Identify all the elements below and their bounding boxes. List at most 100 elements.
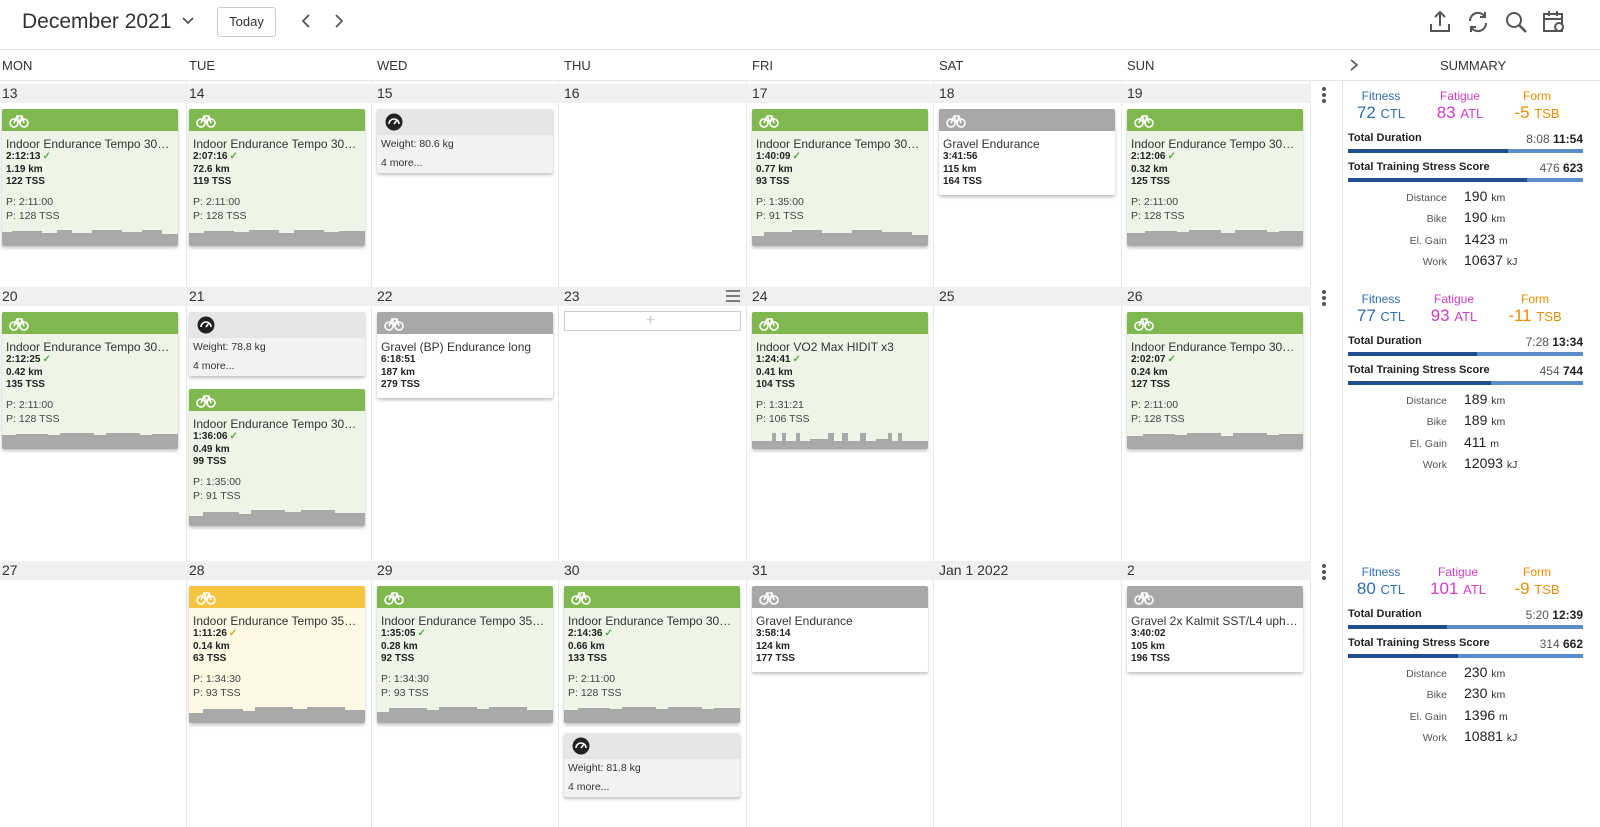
- workout-card[interactable]: Indoor Endurance Tempo 30mx3 2:12:06 ✓ 0.…: [1127, 109, 1303, 246]
- day-number: 31: [752, 562, 768, 578]
- day-number: 16: [564, 85, 580, 101]
- power-profile-chart: [189, 509, 365, 526]
- total-tss-row: Total Training Stress Score 314 662: [1348, 637, 1583, 651]
- more-link[interactable]: 4 more...: [564, 778, 740, 797]
- more-link[interactable]: 4 more...: [189, 357, 365, 376]
- today-button[interactable]: Today: [217, 7, 276, 37]
- workout-card[interactable]: Indoor Endurance Tempo 30m… 1:36:06 ✓ 0.4…: [189, 389, 365, 526]
- month-title[interactable]: December 2021: [22, 10, 171, 34]
- workout-title: Indoor Endurance Tempo 35m…: [193, 614, 365, 628]
- day-number: 2: [1127, 562, 1135, 578]
- fitness-metric: Fitness 72 CTL: [1356, 89, 1406, 122]
- workout-card[interactable]: Gravel Endurance 3:58:14 124 km 177 TSS: [752, 586, 928, 672]
- more-link[interactable]: 4 more...: [377, 154, 553, 173]
- planned-tss: P: 128 TSS: [193, 209, 247, 222]
- workout-duration: 2:07:16: [193, 151, 228, 162]
- check-icon: ✓: [417, 628, 426, 639]
- workout-duration: 3:58:14: [756, 628, 791, 639]
- week-summary[interactable]: Fitness 72 CTL Fatigue 83 ATL Form -5 TS…: [1343, 89, 1591, 279]
- workout-distance: 0.41 km: [756, 366, 793, 378]
- workout-tss: 99 TSS: [193, 456, 227, 467]
- day-menu-icon[interactable]: [725, 290, 741, 302]
- workout-tss: 63 TSS: [193, 653, 227, 664]
- weekday-mon: MON: [2, 58, 33, 73]
- workout-tss: 133 TSS: [568, 653, 607, 664]
- day-number: 30: [564, 562, 580, 578]
- day-number: 19: [1127, 85, 1143, 101]
- workout-tss: 92 TSS: [381, 653, 415, 664]
- chevron-right-icon[interactable]: [1347, 58, 1361, 72]
- chevron-right-icon[interactable]: [331, 13, 347, 29]
- total-duration-row: Total Duration 8:08 11:54: [1348, 132, 1583, 146]
- bike-icon: [759, 115, 779, 128]
- calendar-settings-icon[interactable]: [1541, 9, 1567, 35]
- workout-distance: 1.19 km: [6, 163, 43, 175]
- workout-card[interactable]: Indoor Endurance Tempo 30mx3 2:07:16 ✓ 72…: [189, 109, 365, 246]
- workout-duration: 2:02:07: [1131, 354, 1166, 365]
- week-menu-icon[interactable]: [1321, 289, 1327, 307]
- check-icon: ✓: [604, 628, 613, 639]
- chevron-down-icon[interactable]: [181, 13, 195, 27]
- workout-duration: 1:24:41: [756, 354, 791, 365]
- chevron-left-icon[interactable]: [298, 13, 314, 29]
- add-workout-button[interactable]: +: [564, 311, 741, 331]
- week-summary[interactable]: Fitness 80 CTL Fatigue 101 ATL Form -9 T…: [1343, 565, 1591, 755]
- check-icon: ✓: [1167, 151, 1176, 162]
- metrics-card[interactable]: Weight: 78.8 kg 4 more...: [189, 312, 365, 376]
- bike-icon: [196, 592, 216, 605]
- workout-card[interactable]: Indoor Endurance Tempo 30mx3 2:14:36 ✓ 0.…: [564, 586, 740, 723]
- workout-title: Gravel 2x Kalmit SST/L4 uphill…: [1131, 614, 1303, 628]
- metrics-card[interactable]: Weight: 81.8 kg 4 more...: [564, 733, 740, 797]
- workout-duration: 1:40:09: [756, 151, 791, 162]
- work-stat: Work 10637 kJ: [1422, 252, 1518, 268]
- top-bar: December 2021 Today: [0, 0, 1600, 50]
- workout-tss: 196 TSS: [1131, 653, 1170, 664]
- week-summary[interactable]: Fitness 77 CTL Fatigue 93 ATL Form -11 T…: [1343, 292, 1591, 482]
- distance-stat: Distance 189 km: [1406, 391, 1506, 407]
- day-number: 14: [189, 85, 205, 101]
- duration-progress-bar: [1348, 149, 1583, 153]
- day-number: 28: [189, 562, 205, 578]
- workout-distance: 105 km: [1131, 640, 1165, 652]
- total-tss-row: Total Training Stress Score 476 623: [1348, 161, 1583, 175]
- search-icon[interactable]: [1503, 9, 1529, 35]
- distance-stat: Distance 190 km: [1406, 188, 1506, 204]
- week-menu-icon[interactable]: [1321, 563, 1327, 581]
- workout-card[interactable]: Indoor Endurance Tempo 35m… 1:11:26 ✓ 0.1…: [189, 586, 365, 723]
- planned-duration: P: 1:34:30: [381, 672, 429, 685]
- elevation-stat: El. Gain 411 m: [1409, 434, 1499, 450]
- workout-card[interactable]: Gravel (BP) Endurance long 6:18:51 187 k…: [377, 312, 553, 398]
- workout-card[interactable]: Indoor Endurance Tempo 35m… 1:35:05 ✓ 0.2…: [377, 586, 553, 723]
- workout-card[interactable]: Indoor Endurance Tempo 30mx3 2:12:13 ✓ 1.…: [2, 109, 178, 246]
- power-profile-chart: [189, 706, 365, 723]
- workout-card[interactable]: Gravel 2x Kalmit SST/L4 uphill… 3:40:02 …: [1127, 586, 1303, 672]
- bike-icon: [759, 592, 779, 605]
- planned-duration: P: 2:11:00: [1131, 195, 1179, 208]
- check-icon: ✓: [792, 151, 801, 162]
- workout-card[interactable]: Gravel Endurance 3:41:56 115 km 164 TSS: [939, 109, 1115, 195]
- metrics-card[interactable]: Weight: 80.6 kg 4 more...: [377, 109, 553, 173]
- planned-duration: P: 1:31:21: [756, 398, 804, 411]
- workout-card[interactable]: Indoor VO2 Max HIDIT x3 1:24:41 ✓ 0.41 km…: [752, 312, 928, 449]
- workout-card[interactable]: Indoor Endurance Tempo 30mx3 2:02:07 ✓ 0.…: [1127, 312, 1303, 449]
- power-profile-chart: [1127, 229, 1303, 246]
- weight-value: Weight: 78.8 kg: [193, 341, 266, 353]
- planned-tss: P: 128 TSS: [568, 686, 622, 699]
- week-menu-icon[interactable]: [1321, 86, 1327, 104]
- day-number: 13: [2, 85, 18, 101]
- workout-card[interactable]: Indoor Endurance Tempo 30m… 1:40:09 ✓ 0.7…: [752, 109, 928, 246]
- check-icon: ✓: [42, 354, 51, 365]
- workout-title: Indoor Endurance Tempo 30mx3: [568, 614, 740, 628]
- workout-distance: 187 km: [381, 366, 415, 378]
- workout-distance: 0.24 km: [1131, 366, 1168, 378]
- workout-tss: 135 TSS: [6, 379, 45, 390]
- upload-icon[interactable]: [1427, 9, 1453, 35]
- workout-card[interactable]: Indoor Endurance Tempo 30mx3 2:12:25 ✓ 0.…: [2, 312, 178, 449]
- planned-duration: P: 1:35:00: [193, 475, 241, 488]
- total-duration-row: Total Duration 5:20 12:39: [1348, 608, 1583, 622]
- workout-tss: 104 TSS: [756, 379, 795, 390]
- fatigue-metric: Fatigue 101 ATL: [1430, 565, 1486, 598]
- fatigue-metric: Fatigue 93 ATL: [1430, 292, 1478, 325]
- workout-duration: 1:11:26: [193, 628, 227, 639]
- sync-icon[interactable]: [1465, 9, 1491, 35]
